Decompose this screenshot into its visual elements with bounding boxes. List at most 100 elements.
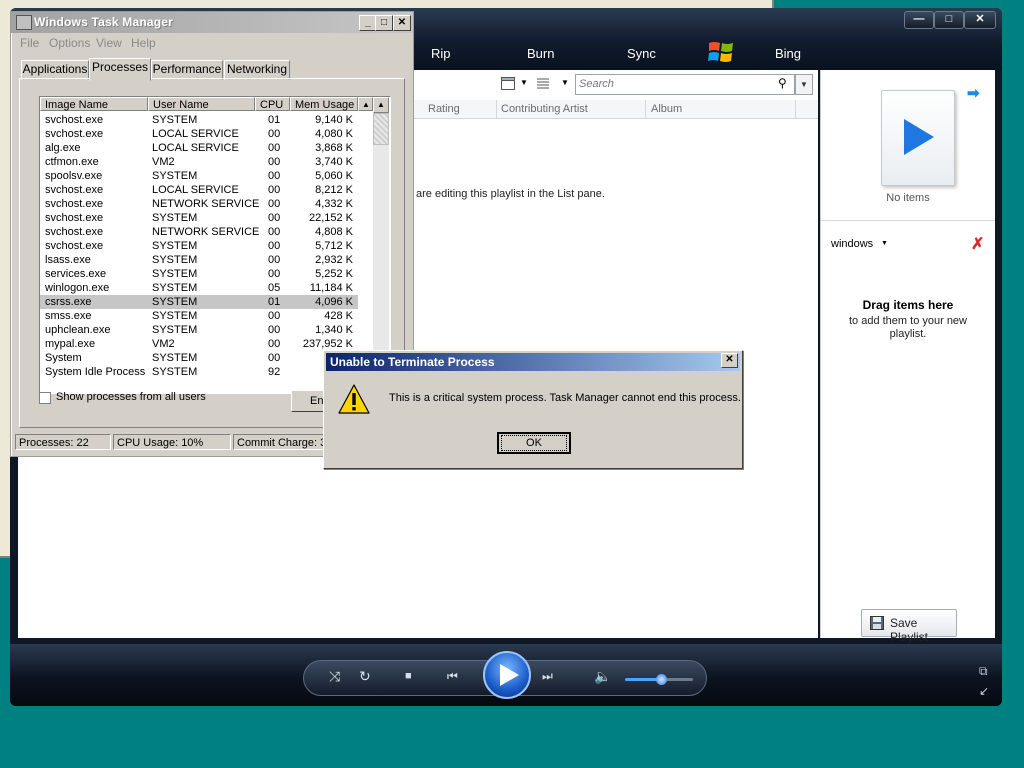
next-icon[interactable]: ⏭ (542, 669, 553, 684)
process-row[interactable]: System SYSTEM 00 (40, 351, 358, 365)
menu-help[interactable]: Help (131, 36, 156, 50)
tab-burn[interactable]: Burn (527, 46, 554, 61)
dialog-close-button[interactable]: ✕ (721, 353, 738, 368)
process-image-name: spoolsv.exe (45, 170, 103, 182)
list-options-dropdown-icon[interactable]: ▼ (561, 78, 569, 87)
process-user-name: NETWORK SERVICE (152, 226, 260, 238)
process-row[interactable]: ctfmon.exe VM2 00 3,740 K (40, 155, 358, 169)
process-mem-usage: 428 K (324, 310, 353, 322)
maximize-button[interactable]: □ (375, 15, 393, 31)
column-user-name[interactable]: User Name (148, 97, 255, 111)
process-cpu: 92 (268, 366, 281, 378)
search-input[interactable] (576, 75, 775, 92)
process-image-name: winlogon.exe (45, 282, 110, 294)
process-mem-usage: 3,740 K (315, 156, 353, 168)
view-options-dropdown-icon[interactable]: ▼ (520, 78, 528, 87)
column-cpu[interactable]: CPU (255, 97, 290, 111)
tab-rip[interactable]: Rip (431, 46, 451, 61)
minimize-button[interactable]: — (904, 11, 934, 29)
dialog-titlebar[interactable]: Unable to Terminate Process (326, 353, 740, 371)
list-options-icon[interactable] (536, 77, 550, 90)
column-album[interactable]: Album (651, 103, 682, 115)
process-user-name: SYSTEM (152, 296, 198, 308)
scroll-up-button[interactable]: ▲ (373, 97, 389, 113)
process-row[interactable]: System Idle Process SYSTEM 92 (40, 365, 358, 379)
process-row[interactable]: svchost.exe SYSTEM 00 5,712 K (40, 239, 358, 253)
process-row[interactable]: alg.exe LOCAL SERVICE 00 3,868 K (40, 141, 358, 155)
close-button[interactable]: ✕ (393, 15, 411, 31)
process-row[interactable]: winlogon.exe SYSTEM 05 11,184 K (40, 281, 358, 295)
menu-options[interactable]: Options (49, 36, 90, 50)
column-contributing-artist[interactable]: Contributing Artist (501, 103, 588, 115)
tab-networking[interactable]: Networking (224, 60, 290, 80)
close-button[interactable]: ✕ (964, 11, 996, 29)
show-all-users-checkbox[interactable] (39, 392, 51, 404)
task-manager-titlebar[interactable]: Windows Task Manager _ □ ✕ (11, 12, 413, 33)
tab-processes[interactable]: Processes (89, 58, 151, 81)
process-row[interactable]: uphclean.exe SYSTEM 00 1,340 K (40, 323, 358, 337)
process-row[interactable]: svchost.exe NETWORK SERVICE 00 4,332 K (40, 197, 358, 211)
playlist-title[interactable]: windows (831, 238, 873, 250)
save-playlist-button[interactable]: Save Playlist (861, 609, 957, 644)
process-image-name: services.exe (45, 268, 107, 280)
volume-slider[interactable] (656, 674, 667, 685)
tab-bing[interactable]: Bing (775, 46, 801, 61)
column-divider (496, 100, 497, 118)
chevron-down-icon[interactable]: ▼ (881, 240, 888, 247)
process-mem-usage: 5,252 K (315, 268, 353, 280)
menu-file[interactable]: File (20, 36, 39, 50)
process-image-name: alg.exe (45, 142, 81, 154)
process-row[interactable]: lsass.exe SYSTEM 00 2,932 K (40, 253, 358, 267)
process-user-name: SYSTEM (152, 114, 198, 126)
process-user-name: SYSTEM (152, 282, 198, 294)
windows-logo-icon[interactable] (707, 39, 735, 65)
process-image-name: svchost.exe (45, 114, 104, 126)
process-row[interactable]: services.exe SYSTEM 00 5,252 K (40, 267, 358, 281)
process-row[interactable]: svchost.exe SYSTEM 00 22,152 K (40, 211, 358, 225)
speaker-icon[interactable]: 🔈 (594, 668, 611, 685)
process-row[interactable]: mypal.exe VM2 00 237,952 K (40, 337, 358, 351)
shuffle-icon[interactable]: ⤨ (329, 668, 340, 685)
repeat-icon[interactable]: ↻ (359, 668, 371, 685)
process-image-name: uphclean.exe (45, 324, 111, 336)
tab-sync[interactable]: Sync (627, 46, 656, 61)
search-dropdown-icon[interactable]: ▼ (795, 74, 813, 95)
process-cpu: 00 (268, 156, 281, 168)
search-icon[interactable]: ⚲ (778, 76, 787, 90)
tab-performance[interactable]: Performance (151, 60, 223, 80)
switch-to-now-playing-icon[interactable]: ⧉ (979, 664, 988, 679)
tab-applications[interactable]: Applications (21, 60, 89, 80)
previous-icon[interactable]: ⏮ (447, 669, 458, 684)
process-row[interactable]: svchost.exe SYSTEM 01 9,140 K (40, 113, 358, 127)
status-cpu-usage: CPU Usage: 10% (113, 434, 231, 450)
process-image-name: svchost.exe (45, 128, 104, 140)
clear-list-icon[interactable]: ✗ (971, 234, 984, 254)
arrow-right-icon[interactable]: ➡ (967, 84, 980, 102)
process-image-name: ctfmon.exe (45, 156, 99, 168)
menu-view[interactable]: View (96, 36, 122, 50)
process-row[interactable]: svchost.exe NETWORK SERVICE 00 4,808 K (40, 225, 358, 239)
process-list-scrollbar[interactable]: ▲ (373, 97, 389, 393)
process-mem-usage: 3,868 K (315, 142, 353, 154)
column-image-name[interactable]: Image Name (40, 97, 148, 111)
process-row[interactable]: spoolsv.exe SYSTEM 00 5,060 K (40, 169, 358, 183)
search-box[interactable]: ⚲ (575, 74, 795, 95)
process-row[interactable]: smss.exe SYSTEM 00 428 K (40, 309, 358, 323)
scroll-thumb[interactable] (373, 113, 389, 145)
maximize-button[interactable]: □ (934, 11, 964, 29)
ok-button[interactable]: OK (497, 432, 571, 454)
column-mem-usage[interactable]: Mem Usage (290, 97, 358, 111)
play-button[interactable] (483, 651, 531, 699)
process-user-name: LOCAL SERVICE (152, 184, 239, 196)
view-options-icon[interactable] (501, 77, 515, 90)
column-rating[interactable]: Rating (428, 103, 460, 115)
process-row[interactable]: csrss.exe SYSTEM 01 4,096 K (40, 295, 358, 309)
process-cpu: 00 (268, 128, 281, 140)
mini-player-icon[interactable]: ↙ (979, 684, 989, 698)
stop-icon[interactable]: ■ (405, 670, 412, 682)
show-all-users-label[interactable]: Show processes from all users (56, 391, 206, 403)
process-cpu: 00 (268, 226, 281, 238)
sort-up-icon[interactable]: ▲ (358, 97, 373, 111)
process-row[interactable]: svchost.exe LOCAL SERVICE 00 4,080 K (40, 127, 358, 141)
process-row[interactable]: svchost.exe LOCAL SERVICE 00 8,212 K (40, 183, 358, 197)
